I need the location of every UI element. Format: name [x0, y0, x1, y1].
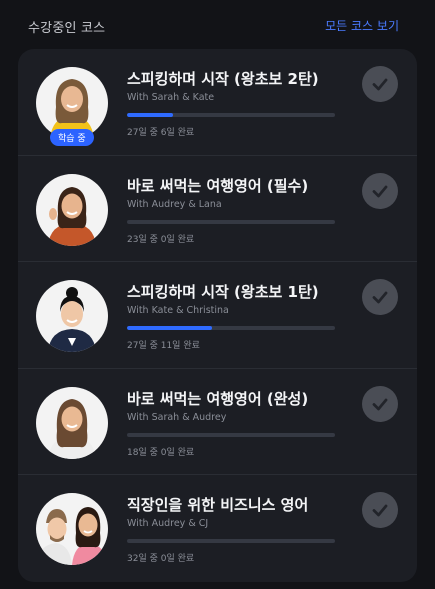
course-title: 바로 써먹는 여행영어 (필수)	[127, 176, 309, 195]
course-thumbnail	[36, 280, 108, 353]
course-title: 스피킹하며 시작 (왕초보 1탄)	[127, 283, 319, 302]
complete-toggle-button[interactable]	[362, 492, 398, 529]
course-thumbnail	[36, 173, 108, 246]
course-title: 스피킹하며 시작 (왕초보 2탄)	[127, 70, 319, 88]
complete-toggle-button[interactable]	[362, 279, 398, 316]
checkmark-icon	[372, 291, 388, 304]
course-row[interactable]: 바로 써먹는 여행영어 (필수) With Audrey & Lana 23일 …	[18, 156, 417, 263]
progress-bar	[127, 219, 335, 224]
progress-text: 32일 중 0일 완료	[127, 554, 195, 565]
progress-bar	[127, 432, 335, 437]
course-thumbnail	[36, 386, 108, 459]
complete-toggle-button[interactable]	[362, 385, 398, 422]
checkmark-icon	[372, 398, 388, 411]
checkmark-icon	[372, 185, 388, 197]
course-instructors: With Sarah & Audrey	[127, 411, 227, 423]
progress-text: 27일 중 11일 완료	[127, 341, 200, 352]
progress-text: 27일 중 6일 완료	[127, 128, 195, 138]
complete-toggle-button[interactable]	[362, 172, 398, 209]
progress-fill	[127, 326, 213, 331]
course-row[interactable]: 학습 중 스피킹하며 시작 (왕초보 2탄) With Sarah & Kate…	[18, 49, 417, 156]
progress-bar	[127, 113, 335, 117]
checkmark-icon	[372, 504, 388, 517]
course-instructors: With Sarah & Kate	[127, 92, 215, 103]
course-instructors: With Kate & Christina	[127, 305, 229, 317]
progress-text: 23일 중 0일 완료	[127, 234, 195, 245]
progress-bar	[127, 539, 335, 544]
course-title: 직장인을 위한 비즈니스 영어	[127, 496, 309, 515]
section-title: 수강중인 코스	[28, 21, 106, 36]
status-badge: 학습 중	[50, 129, 94, 146]
progress-text: 18일 중 0일 완료	[127, 447, 195, 458]
course-row[interactable]: 직장인을 위한 비즈니스 영어 With Audrey & CJ 32일 중 0…	[18, 475, 417, 582]
course-row[interactable]: 스피킹하며 시작 (왕초보 1탄) With Kate & Christina …	[18, 262, 417, 369]
course-row[interactable]: 바로 써먹는 여행영어 (완성) With Sarah & Audrey 18일…	[18, 369, 417, 476]
view-all-courses-link[interactable]: 모든 코스 보기	[325, 17, 399, 34]
course-title: 바로 써먹는 여행영어 (완성)	[127, 389, 309, 408]
course-thumbnail	[36, 493, 108, 566]
progress-bar	[127, 326, 335, 331]
progress-fill	[127, 113, 173, 117]
course-list: 학습 중 스피킹하며 시작 (왕초보 2탄) With Sarah & Kate…	[18, 49, 417, 582]
checkmark-icon	[372, 78, 388, 91]
course-instructors: With Audrey & CJ	[127, 518, 209, 530]
complete-toggle-button[interactable]	[362, 66, 398, 102]
course-instructors: With Audrey & Lana	[127, 198, 222, 210]
top-bar: 수강중인 코스 모든 코스 보기	[0, 0, 435, 50]
